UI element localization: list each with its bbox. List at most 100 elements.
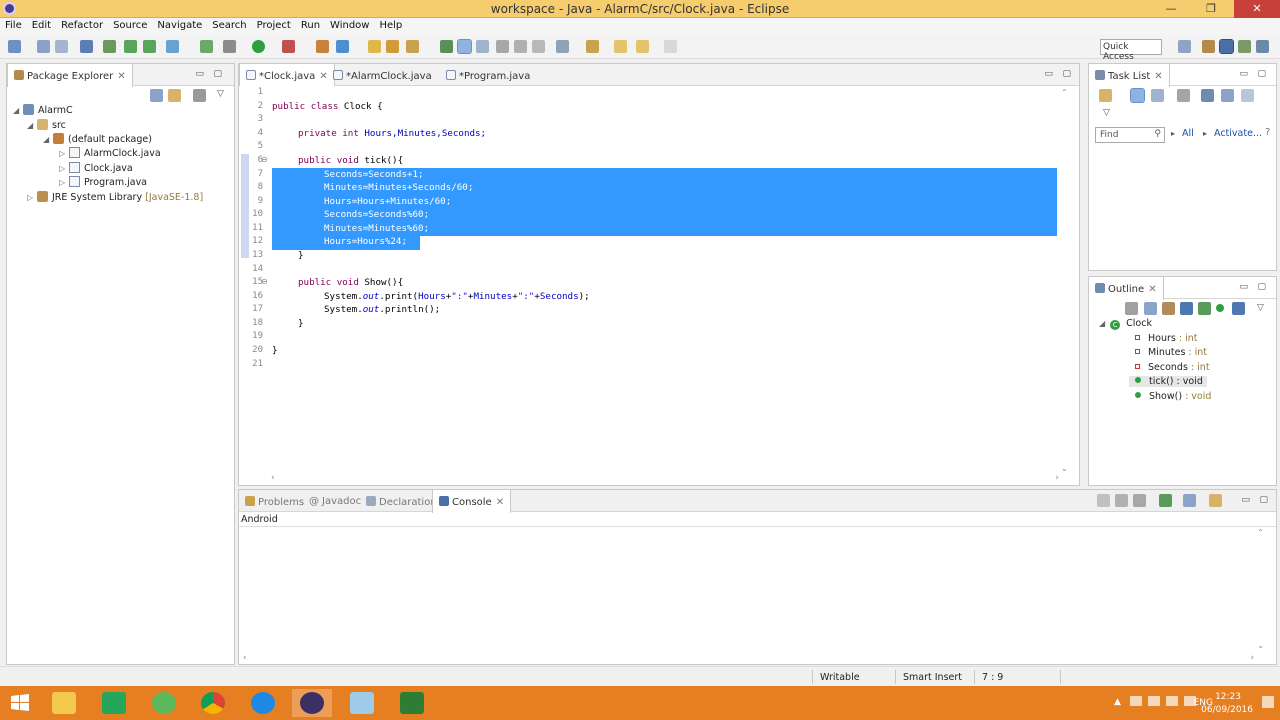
save-icon[interactable] bbox=[37, 40, 50, 53]
clock-time[interactable]: 12:23 bbox=[1215, 692, 1241, 702]
outline-field-seconds[interactable]: Seconds : int bbox=[1135, 362, 1210, 373]
taskbar-internet-explorer[interactable] bbox=[243, 689, 283, 717]
android-sdk-icon[interactable] bbox=[124, 40, 137, 53]
scroll-up-icon[interactable]: ⌃ bbox=[1061, 88, 1068, 97]
show-hidden-icons[interactable]: ▲ bbox=[1114, 697, 1121, 707]
tree-file-program[interactable]: ▷ Program.java bbox=[59, 176, 147, 188]
menu-project[interactable]: Project bbox=[252, 18, 296, 31]
menu-edit[interactable]: Edit bbox=[27, 18, 56, 31]
tab-program-java[interactable]: *Program.java bbox=[440, 64, 536, 86]
hide-non-public-icon[interactable] bbox=[1216, 304, 1224, 312]
view-menu-icon[interactable]: ▽ bbox=[1257, 303, 1264, 313]
scroll-right-icon[interactable]: › bbox=[1250, 653, 1254, 663]
tree-file-clock[interactable]: ▷ Clock.java bbox=[59, 162, 133, 174]
hide-static-icon[interactable] bbox=[1198, 302, 1211, 315]
notification-icon[interactable] bbox=[1262, 696, 1274, 708]
display-console-icon[interactable] bbox=[1183, 494, 1196, 507]
taskbar-notepad[interactable] bbox=[342, 689, 382, 717]
tree-default-package[interactable]: ◢ (default package) bbox=[43, 133, 152, 145]
menu-run[interactable]: Run bbox=[296, 18, 325, 31]
menu-refactor[interactable]: Refactor bbox=[56, 18, 108, 31]
word-wrap-icon[interactable] bbox=[514, 40, 527, 53]
open-task-icon[interactable] bbox=[386, 40, 399, 53]
hide-local-types-icon[interactable] bbox=[1232, 302, 1245, 315]
scroll-left-icon[interactable]: ‹ bbox=[271, 473, 275, 483]
synchronize-icon[interactable] bbox=[1221, 89, 1234, 102]
maximize-view-icon[interactable]: ▢ bbox=[1257, 282, 1266, 292]
next-annotation-icon[interactable] bbox=[556, 40, 569, 53]
activate-link[interactable]: Activate... bbox=[1214, 128, 1262, 139]
menu-navigate[interactable]: Navigate bbox=[152, 18, 207, 31]
expand-icon[interactable]: ◢ bbox=[13, 106, 23, 115]
sort-icon[interactable] bbox=[1162, 302, 1175, 315]
scheduled-icon[interactable] bbox=[1151, 89, 1164, 102]
open-type-icon[interactable] bbox=[368, 40, 381, 53]
taskbar-camtasia[interactable] bbox=[392, 689, 432, 717]
android-avd-icon[interactable] bbox=[143, 40, 156, 53]
tree-project-alarmc[interactable]: ◢ AlarmC bbox=[13, 104, 73, 116]
outline-method-show[interactable]: Show() : void bbox=[1135, 391, 1211, 402]
fold-collapse-icon[interactable]: ⊖ bbox=[261, 277, 268, 286]
minimize-view-icon[interactable]: ▭ bbox=[1241, 495, 1250, 505]
tab-task-list[interactable]: Task List ✕ bbox=[1089, 64, 1170, 87]
minimize-view-icon[interactable]: ▭ bbox=[1044, 69, 1053, 79]
collapse-all-icon[interactable] bbox=[1241, 89, 1254, 102]
close-tab-icon[interactable]: ✕ bbox=[496, 497, 504, 508]
close-tab-icon[interactable]: ✕ bbox=[1154, 71, 1162, 82]
console-output[interactable] bbox=[239, 526, 1276, 664]
last-edit-icon[interactable] bbox=[614, 40, 627, 53]
tab-alarmclock-java[interactable]: *AlarmClock.java bbox=[327, 64, 438, 86]
focus-workweek-icon[interactable] bbox=[1177, 89, 1190, 102]
categorized-icon[interactable] bbox=[1130, 88, 1145, 103]
taskbar-utorrent[interactable] bbox=[144, 689, 184, 717]
clear-console-icon[interactable] bbox=[1097, 494, 1110, 507]
close-button[interactable]: ✕ bbox=[1234, 0, 1280, 18]
clock-date[interactable]: 06/09/2016 bbox=[1201, 705, 1253, 715]
maximize-button[interactable]: ❐ bbox=[1198, 0, 1224, 18]
back-icon[interactable] bbox=[636, 40, 649, 53]
tree-file-alarmclock[interactable]: ▷ AlarmClock.java bbox=[59, 147, 161, 159]
search-icon[interactable] bbox=[406, 40, 419, 53]
block-selection-icon[interactable] bbox=[476, 40, 489, 53]
tab-problems[interactable]: Problems bbox=[239, 490, 310, 512]
terminal-icon[interactable] bbox=[80, 40, 93, 53]
paragraph-icon[interactable] bbox=[532, 40, 545, 53]
maximize-view-icon[interactable]: ▢ bbox=[1259, 495, 1268, 505]
tree-jre-library[interactable]: ▷ JRE System Library [JavaSE-1.8] bbox=[27, 191, 203, 203]
minimize-view-icon[interactable]: ▭ bbox=[1239, 282, 1248, 292]
scroll-left-icon[interactable]: ‹ bbox=[243, 653, 247, 663]
tree-folder-src[interactable]: ◢ src bbox=[27, 119, 66, 131]
collapse-all-icon[interactable] bbox=[150, 89, 163, 102]
outline-field-hours[interactable]: Hours : int bbox=[1135, 333, 1197, 344]
battery-icon[interactable] bbox=[1148, 696, 1160, 706]
highlight-icon[interactable] bbox=[457, 39, 472, 54]
taskbar-store[interactable] bbox=[94, 689, 134, 717]
focus-on-active-task-icon[interactable] bbox=[1125, 302, 1138, 315]
view-menu-icon[interactable]: ▽ bbox=[1103, 108, 1110, 118]
scroll-up-icon[interactable]: ⌃ bbox=[1257, 528, 1264, 537]
ddms-perspective-icon[interactable] bbox=[1256, 40, 1269, 53]
pin-console-icon[interactable] bbox=[1159, 494, 1172, 507]
external-tools-icon[interactable] bbox=[282, 40, 295, 53]
focus-active-task-icon[interactable] bbox=[193, 89, 206, 102]
minimize-view-icon[interactable]: ▭ bbox=[1239, 69, 1248, 79]
help-icon[interactable]: ? bbox=[1265, 127, 1270, 138]
tab-console[interactable]: Console ✕ bbox=[432, 490, 512, 513]
menu-window[interactable]: Window bbox=[325, 18, 374, 31]
expand-icon[interactable]: ▷ bbox=[59, 164, 69, 173]
link-with-editor-icon[interactable] bbox=[168, 89, 181, 102]
minimize-button[interactable]: — bbox=[1158, 0, 1184, 18]
tab-declaration[interactable]: Declaration bbox=[360, 490, 443, 512]
task-find-input[interactable]: Find ⚲ bbox=[1095, 127, 1165, 143]
hide-completed-icon[interactable] bbox=[1201, 89, 1214, 102]
forward-icon[interactable] bbox=[664, 40, 677, 53]
menu-help[interactable]: Help bbox=[374, 18, 407, 31]
start-button[interactable] bbox=[0, 689, 40, 717]
tab-package-explorer[interactable]: Package Explorer ✕ bbox=[7, 64, 133, 87]
java-ee-perspective-icon[interactable] bbox=[1202, 40, 1215, 53]
editor-horizontal-scrollbar[interactable]: ‹ › bbox=[269, 473, 1059, 485]
all-link[interactable]: All bbox=[1182, 128, 1194, 139]
menu-search[interactable]: Search bbox=[207, 18, 251, 31]
open-perspective-icon[interactable] bbox=[1178, 40, 1191, 53]
scroll-down-icon[interactable]: ⌄ bbox=[1257, 641, 1264, 650]
